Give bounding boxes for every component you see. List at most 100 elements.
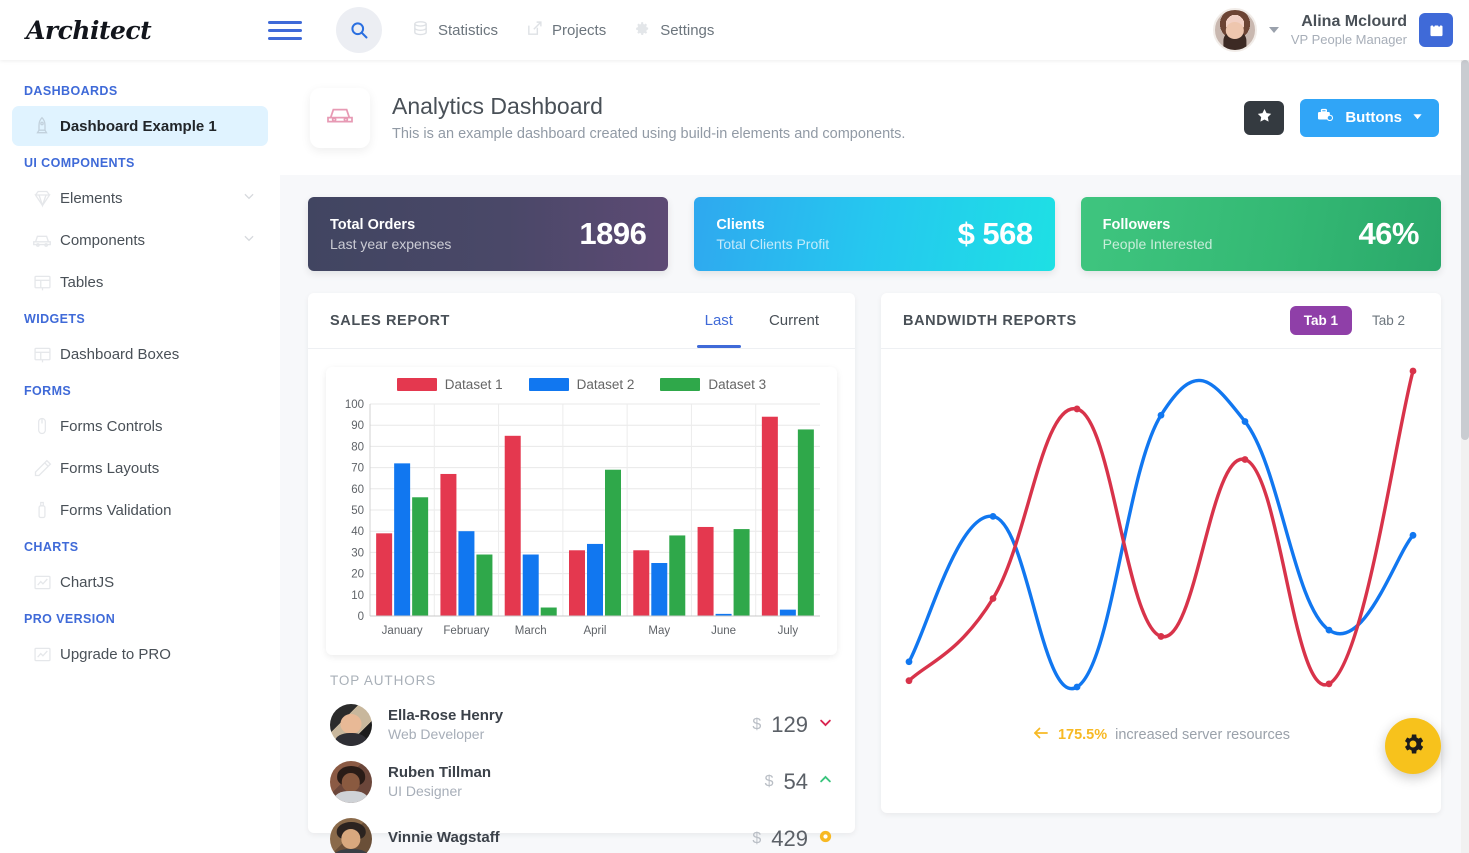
sidebar-item-dashboard-example-1[interactable]: Dashboard Example 1 — [12, 106, 268, 146]
page-scrollbar[interactable] — [1461, 60, 1469, 853]
currency-symbol: $ — [752, 715, 762, 733]
list-item[interactable]: Ella-Rose Henry Web Developer $ 129 — [330, 696, 833, 753]
sidebar-item-label: Forms Layouts — [60, 459, 160, 477]
stat-card-value: 1896 — [579, 216, 647, 251]
gear-icon — [1400, 731, 1426, 762]
stat-card-subtitle: Total Clients Profit — [716, 235, 830, 252]
nav-item-settings[interactable]: Settings — [634, 20, 714, 41]
header-user-area: Alina Mclourd VP People Manager — [1212, 8, 1469, 52]
author-name: Ella-Rose Henry — [388, 707, 504, 724]
tab-2[interactable]: Tab 2 — [1358, 306, 1419, 335]
briefcase-icon — [1316, 106, 1335, 129]
tab-current[interactable]: Current — [755, 293, 833, 348]
legend-label: Dataset 2 — [576, 377, 635, 392]
nav-item-statistics[interactable]: Statistics — [412, 20, 498, 41]
nav-label: Settings — [660, 21, 715, 39]
sidebar-item-label: Components — [60, 231, 146, 249]
sidebar-item-forms-layouts[interactable]: Forms Layouts — [12, 448, 268, 488]
stat-card-followers[interactable]: Followers People Interested 46% — [1080, 197, 1441, 271]
calendar-icon[interactable] — [1419, 13, 1453, 47]
author-text: Vinnie Wagstaff — [388, 829, 500, 848]
chevron-down-icon[interactable] — [242, 231, 256, 249]
chevron-down-icon[interactable] — [1268, 27, 1279, 33]
legend-item[interactable]: Dataset 1 — [396, 377, 503, 392]
stat-card-text: Clients Total Clients Profit — [716, 217, 829, 252]
stat-card-value: 46% — [1358, 216, 1419, 251]
chevron-down-icon[interactable] — [242, 189, 256, 207]
svg-text:100: 100 — [345, 399, 364, 411]
sidebar-item-chartjs[interactable]: ChartJS — [12, 562, 268, 602]
sidebar-item-label: Dashboard Example 1 — [60, 117, 217, 135]
sidebar-item-dashboard-boxes[interactable]: Dashboard Boxes — [12, 334, 268, 374]
svg-text:June: June — [711, 625, 736, 637]
avatar[interactable] — [1212, 8, 1257, 52]
arrow-left-icon — [1032, 724, 1050, 746]
sidebar-item-forms-validation[interactable]: Forms Validation — [12, 490, 268, 530]
page-subtitle: This is an example dashboard created usi… — [392, 126, 906, 142]
tab-1[interactable]: Tab 1 — [1289, 306, 1352, 335]
mouse-icon — [24, 416, 60, 436]
author-role: UI Designer — [388, 783, 462, 799]
legend-swatch-dataset-3 — [660, 378, 701, 391]
svg-text:May: May — [648, 625, 670, 637]
sidebar-heading-pro-version: PRO VERSION — [24, 612, 116, 626]
svg-text:10: 10 — [351, 590, 364, 602]
sidebar: DASHBOARDS Dashboard Example 1 UI COMPON… — [0, 60, 280, 853]
bandwidth-title: BANDWIDTH REPORTS — [903, 312, 1077, 329]
author-amount: $ 429 — [752, 826, 833, 852]
main-content: Analytics Dashboard This is an example d… — [280, 60, 1469, 853]
bandwidth-tabs: Tab 1 Tab 2 — [1289, 306, 1419, 335]
svg-text:90: 90 — [351, 420, 364, 432]
list-item[interactable]: Vinnie Wagstaff $ 429 — [330, 810, 833, 853]
amount-value: 54 — [783, 768, 808, 794]
sales-report-panel: SALES REPORT Last Current Dataset 1 Data… — [308, 293, 855, 853]
tab-last[interactable]: Last — [691, 293, 747, 348]
svg-text:July: July — [778, 625, 799, 637]
sidebar-item-components[interactable]: Components — [12, 220, 268, 260]
legend-item[interactable]: Dataset 3 — [660, 377, 766, 392]
scrollbar-thumb[interactable] — [1461, 60, 1469, 440]
table-icon — [24, 344, 60, 365]
chart-icon — [24, 644, 60, 665]
sidebar-item-tables[interactable]: Tables — [12, 262, 268, 302]
hamburger-icon[interactable] — [268, 20, 302, 40]
svg-text:50: 50 — [351, 505, 364, 517]
page-title: Analytics Dashboard — [392, 93, 603, 119]
trend-down-icon — [818, 715, 833, 735]
list-item[interactable]: Ruben Tillman UI Designer $ 54 — [330, 753, 833, 810]
nav-label: Projects — [552, 21, 607, 39]
nav-item-projects[interactable]: Projects — [526, 20, 606, 41]
gear-icon — [634, 20, 651, 41]
trend-up-icon — [818, 772, 833, 792]
bandwidth-header: BANDWIDTH REPORTS Tab 1 Tab 2 — [881, 293, 1441, 349]
settings-fab-button[interactable] — [1385, 718, 1441, 774]
svg-text:0: 0 — [358, 611, 364, 623]
page-actions: Buttons — [1244, 98, 1439, 137]
search-icon[interactable] — [336, 7, 382, 53]
currency-symbol: $ — [752, 829, 762, 847]
sidebar-item-upgrade-to-pro[interactable]: Upgrade to PRO — [12, 634, 268, 674]
stat-card-text: Total Orders Last year expenses — [330, 217, 451, 252]
bandwidth-reports-panel: BANDWIDTH REPORTS Tab 1 Tab 2 175.5% inc… — [881, 293, 1441, 813]
stat-cards: Total Orders Last year expenses 1896 Cli… — [280, 175, 1469, 271]
sidebar-item-elements[interactable]: Elements — [12, 178, 268, 218]
author-text: Ruben Tillman UI Designer — [388, 764, 491, 799]
author-amount: $ 129 — [752, 712, 833, 738]
legend-item[interactable]: Dataset 2 — [528, 377, 635, 392]
nav-label: Statistics — [438, 21, 499, 39]
sidebar-item-forms-controls[interactable]: Forms Controls — [12, 406, 268, 446]
stat-card-total-orders[interactable]: Total Orders Last year expenses 1896 — [308, 197, 669, 271]
diamond-icon — [24, 188, 60, 209]
chart-icon — [24, 572, 60, 593]
sales-report-tabs: Last Current — [691, 293, 833, 348]
favorite-button[interactable] — [1244, 100, 1285, 135]
chevron-down-icon — [1412, 109, 1423, 126]
stat-card-clients[interactable]: Clients Total Clients Profit $ 568 — [694, 197, 1055, 271]
sidebar-item-label: ChartJS — [60, 573, 115, 591]
author-amount: $ 54 — [765, 769, 833, 795]
buttons-dropdown-button[interactable]: Buttons — [1300, 98, 1439, 137]
stat-card-subtitle: Last year expenses — [330, 235, 452, 252]
bar-chart-legend: Dataset 1 Dataset 2 Dataset 3 — [334, 377, 829, 392]
table-icon — [24, 272, 60, 293]
svg-text:80: 80 — [351, 441, 364, 453]
